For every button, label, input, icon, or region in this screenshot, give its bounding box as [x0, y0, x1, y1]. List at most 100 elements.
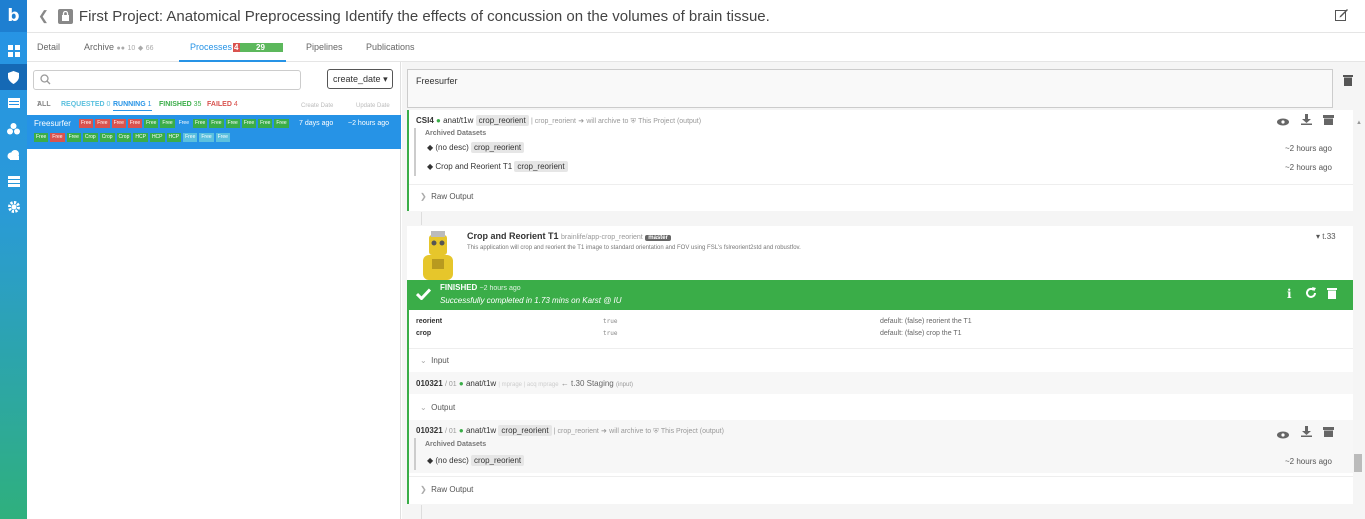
- input-source-note: (input): [615, 382, 633, 388]
- branch-badge: master: [645, 235, 671, 241]
- scroll-up-icon[interactable]: ▲: [1356, 120, 1362, 126]
- raw-output-toggle[interactable]: ❯ Raw Output: [420, 485, 473, 494]
- eye-icon[interactable]: [1277, 428, 1289, 442]
- task-pill[interactable]: Free: [95, 119, 110, 128]
- trash-icon[interactable]: [1343, 74, 1353, 89]
- raw-output-toggle[interactable]: ❯ Raw Output: [420, 192, 473, 201]
- process-row[interactable]: Freesurfer Free Free Free Free Free Free Free F…: [27, 115, 401, 149]
- output-session: / 01: [444, 428, 457, 435]
- gear-icon[interactable]: [0, 194, 27, 220]
- task-pill[interactable]: Free: [111, 119, 126, 128]
- tag-chip: crop_reorient: [475, 115, 529, 126]
- filter-running[interactable]: RUNNING 1: [113, 101, 152, 111]
- config-default: default: (false) reorient the T1: [880, 318, 972, 325]
- trash-icon[interactable]: [1327, 287, 1337, 302]
- tab-pipelines[interactable]: Pipelines: [306, 33, 343, 62]
- task-pill[interactable]: Free: [258, 119, 273, 128]
- filter-failed[interactable]: FAILED 4: [207, 101, 238, 108]
- archive-box-icon[interactable]: [1323, 426, 1334, 440]
- task-pill[interactable]: Crop: [116, 133, 132, 142]
- archive-box-icon[interactable]: [1323, 114, 1334, 128]
- archived-dataset-row[interactable]: ◆ (no desc) crop_reorient: [427, 455, 525, 466]
- archived-datasets-label: Archived Datasets: [425, 441, 487, 448]
- app-name[interactable]: Crop and Reorient T1: [467, 231, 559, 241]
- task-card-body: reorient true default: (false) reorient th…: [407, 310, 1353, 504]
- task-pill[interactable]: Free: [160, 119, 175, 128]
- info-icon[interactable]: i: [1287, 287, 1292, 301]
- dataset-tag-chip: crop_reorient: [514, 161, 568, 172]
- task-pill[interactable]: Free: [215, 133, 230, 142]
- finished-count: 29: [256, 43, 265, 53]
- task-pill[interactable]: Free: [34, 133, 49, 142]
- task-pill[interactable]: Free: [199, 133, 214, 142]
- shield-icon[interactable]: [0, 64, 27, 90]
- tab-detail[interactable]: Detail: [37, 33, 60, 62]
- tab-archive[interactable]: Archive ●● 10 ◆ 66: [84, 33, 154, 62]
- task-pill[interactable]: Free: [274, 119, 289, 128]
- list-icon[interactable]: [0, 90, 27, 116]
- rerun-icon[interactable]: [1305, 287, 1317, 302]
- back-chevron-icon[interactable]: ❮: [38, 8, 49, 24]
- output-dataset-line: CSI4 ● anat/t1w crop_reorient | crop_reo…: [416, 115, 702, 126]
- eye-icon[interactable]: [1277, 115, 1289, 129]
- task-id-dropdown[interactable]: ▾ t.33: [1316, 232, 1336, 241]
- input-toggle[interactable]: ⌄ Input: [420, 356, 449, 365]
- tab-processes-label: Processes: [190, 42, 233, 52]
- cubes-icon[interactable]: [0, 116, 27, 142]
- server-icon[interactable]: [0, 168, 27, 194]
- output-toggle[interactable]: ⌄ Output: [420, 403, 455, 412]
- tag-text: | crop_reorient: [553, 428, 599, 435]
- task-pill[interactable]: Free: [144, 119, 159, 128]
- col-update-date: Update Date: [356, 103, 390, 109]
- check-icon: [415, 288, 432, 303]
- search-icon: [40, 74, 51, 88]
- task-pill[interactable]: Crop: [99, 133, 115, 142]
- filter-requested[interactable]: REQUESTED 0: [61, 101, 110, 108]
- arrow-left-icon: ←: [560, 379, 569, 388]
- filter-finished[interactable]: FINISHED 35: [159, 101, 201, 108]
- shield-icon: ⛨: [630, 118, 636, 125]
- task-pill[interactable]: Free: [225, 119, 240, 128]
- datatype-dot-icon: ●: [458, 426, 464, 435]
- task-pill[interactable]: HCP: [149, 133, 165, 142]
- input-source-task[interactable]: t.30 Staging: [571, 379, 614, 388]
- dashboard-icon[interactable]: [0, 38, 27, 64]
- task-id: t.33: [1322, 232, 1336, 241]
- archive-data-count: 66: [145, 45, 154, 52]
- task-pill[interactable]: HCP: [166, 133, 182, 142]
- input-label: Input: [431, 356, 449, 365]
- cloud-icon[interactable]: [0, 142, 27, 168]
- config-value: true: [603, 330, 618, 337]
- notes-textarea[interactable]: Freesurfer: [407, 69, 1333, 108]
- tab-publications[interactable]: Publications: [366, 33, 415, 62]
- brainlife-logo[interactable]: b: [0, 0, 27, 32]
- archived-dataset-row[interactable]: ◆ Crop and Reorient T1 crop_reorient: [427, 161, 568, 172]
- task-pill[interactable]: Free: [192, 119, 208, 128]
- task-pill[interactable]: Free: [79, 119, 94, 128]
- filter-all[interactable]: ALL 7: [37, 101, 51, 108]
- archived-dataset-row[interactable]: ◆ (no desc) crop_reorient: [427, 142, 525, 153]
- app-title-line: Crop and Reorient T1 brainlife/app-crop_…: [467, 231, 671, 241]
- dataset-time: ~2 hours ago: [1285, 144, 1332, 153]
- task-pill[interactable]: HCP: [133, 133, 148, 142]
- task-pill[interactable]: Crop: [82, 133, 98, 142]
- task-pill[interactable]: Free: [183, 133, 198, 142]
- tab-processes[interactable]: Processes 4 29: [179, 33, 286, 62]
- cubes-icon: ◆: [137, 45, 144, 52]
- task-pill[interactable]: Free: [66, 133, 81, 142]
- task-pills-row2: Free Free Free Crop Crop Crop HCP HCP HCP Free Fre…: [34, 133, 230, 142]
- edit-icon[interactable]: [1335, 8, 1348, 24]
- scrollbar-thumb[interactable]: [1354, 454, 1362, 472]
- chevron-right-icon: ❯: [420, 192, 427, 201]
- task-pill[interactable]: Free: [127, 119, 143, 128]
- tab-archive-label: Archive: [84, 42, 115, 52]
- task-pill[interactable]: Free: [209, 119, 224, 128]
- download-icon[interactable]: [1301, 114, 1312, 128]
- task-pill[interactable]: Free: [241, 119, 257, 128]
- sort-select[interactable]: create_date ▾: [327, 69, 393, 89]
- download-icon[interactable]: [1301, 426, 1312, 440]
- config-default: default: (false) crop the T1: [880, 330, 962, 337]
- search-input[interactable]: [33, 70, 301, 90]
- task-pill[interactable]: Free: [176, 119, 191, 128]
- task-pill[interactable]: Free: [50, 133, 65, 142]
